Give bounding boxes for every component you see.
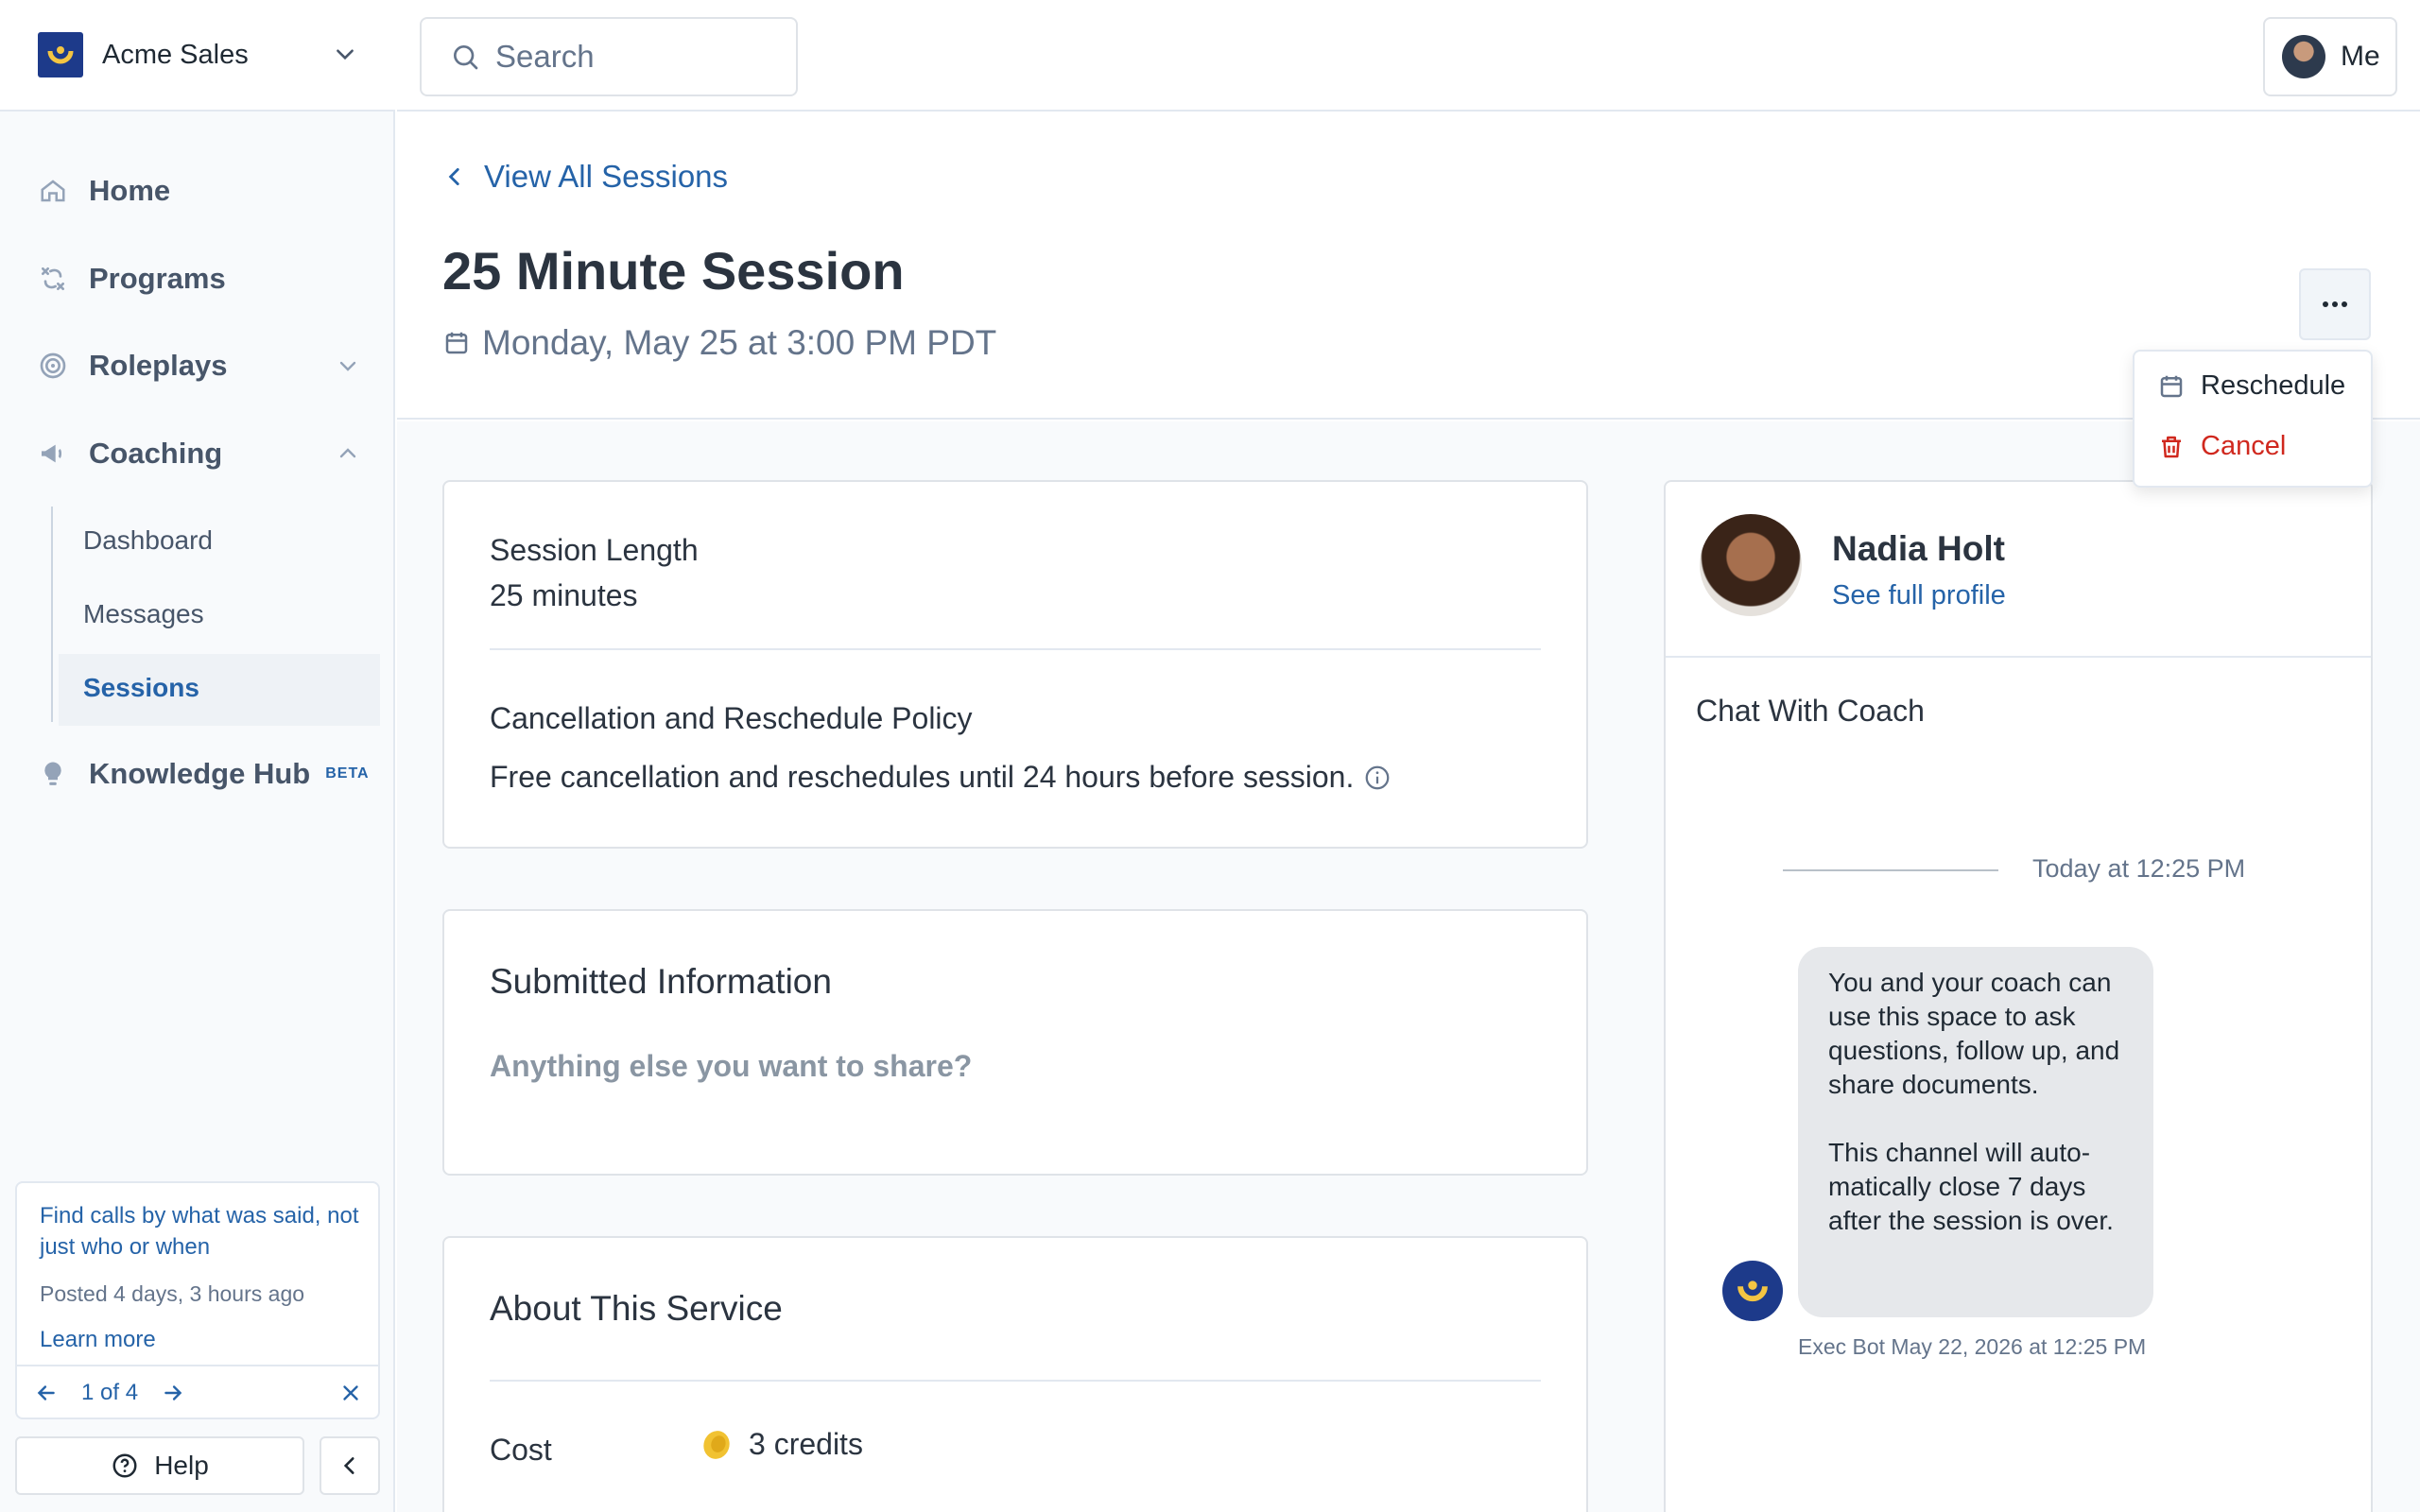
announcement-posted: Posted 4 days, 3 hours ago: [40, 1281, 305, 1306]
home-icon: [36, 174, 70, 208]
close-icon[interactable]: [338, 1381, 363, 1405]
more-options-button[interactable]: [2299, 268, 2371, 340]
chat-message-meta: Exec Bot May 22, 2026 at 12:25 PM: [1798, 1334, 2147, 1359]
learn-more-link[interactable]: Learn more: [40, 1327, 156, 1353]
back-link-label: View All Sessions: [484, 159, 729, 194]
help-button[interactable]: Help: [15, 1436, 304, 1495]
session-datetime: Monday, May 25 at 3:00 PM PDT: [442, 323, 996, 363]
megaphone-icon: [36, 437, 70, 471]
chevron-up-icon: [339, 448, 356, 458]
reschedule-menu-item[interactable]: Reschedule: [2157, 370, 2345, 402]
chat-heading: Chat With Coach: [1696, 694, 1925, 728]
search-icon: [454, 45, 478, 70]
info-icon[interactable]: [1363, 764, 1392, 792]
chat-message-bubble: You and your coach can use this space to…: [1798, 947, 2153, 1317]
sidebar-item-coaching[interactable]: Coaching: [36, 431, 359, 476]
lightbulb-icon: [36, 757, 70, 791]
announcement-pager: 1 of 4: [17, 1366, 378, 1419]
chevron-left-icon: [448, 168, 459, 185]
page-title: 25 Minute Session: [442, 241, 905, 301]
about-service-card: About This Service Cost 3 credits: [442, 1236, 1588, 1512]
session-details-card: Session Length 25 minutes Cancellation a…: [442, 480, 1588, 849]
chevron-down-icon: [339, 361, 356, 371]
chat-message-text-2: This channel will auto-matically close 7…: [1828, 1138, 2114, 1235]
cost-label: Cost: [490, 1433, 552, 1467]
sidebar-item-knowledge-hub[interactable]: Knowledge Hub BETA: [36, 751, 370, 797]
coach-profile-link[interactable]: See full profile: [1832, 580, 2006, 611]
arrow-left-icon[interactable]: [34, 1381, 59, 1405]
cost-value: 3 credits: [749, 1427, 863, 1461]
chat-timestamp: Today at 12:25 PM: [2032, 854, 2246, 883]
policy-value: Free cancellation and reschedules until …: [490, 760, 1355, 794]
user-menu-button[interactable]: Me: [2263, 17, 2397, 96]
submitted-info-card: Submitted Information Anything else you …: [442, 909, 1588, 1176]
sidebar-item-programs[interactable]: Programs: [36, 256, 226, 301]
sidebar-label-knowledge-hub: Knowledge Hub: [89, 757, 311, 790]
top-bar: Me: [397, 0, 2420, 112]
policy-row: Free cancellation and reschedules until …: [490, 760, 1392, 795]
divider: [1666, 656, 2371, 658]
search-input[interactable]: [495, 39, 779, 75]
help-label: Help: [154, 1451, 209, 1480]
sidebar-label-programs: Programs: [89, 262, 226, 295]
sidebar-label-home: Home: [89, 174, 171, 207]
session-options-menu: Reschedule Cancel: [2133, 350, 2373, 488]
programs-icon: [36, 262, 70, 296]
coach-name: Nadia Holt: [1832, 529, 2005, 568]
service-heading: About This Service: [490, 1289, 783, 1328]
cancel-label: Cancel: [2201, 431, 2287, 461]
chat-date-rule: [1783, 869, 1998, 871]
submitted-heading: Submitted Information: [490, 962, 832, 1001]
cancel-menu-item[interactable]: Cancel: [2157, 431, 2286, 462]
submitted-question: Anything else you want to share?: [490, 1049, 973, 1083]
user-menu-label: Me: [2341, 41, 2380, 72]
sidebar: Acme Sales Home Programs Roleplays Coach…: [0, 0, 395, 1512]
sidebar-item-sessions[interactable]: Sessions: [83, 673, 199, 703]
brand-logo: [38, 32, 83, 77]
target-icon: [36, 349, 70, 383]
divider: [490, 648, 1541, 650]
subnav-line: [51, 507, 53, 722]
announcement-card: Find calls by what was said, not just wh…: [15, 1181, 380, 1419]
sidebar-item-home[interactable]: Home: [36, 168, 170, 214]
user-avatar: [2282, 35, 2325, 78]
chevron-left-icon: [343, 1457, 354, 1474]
session-length-label: Session Length: [490, 533, 699, 567]
back-link[interactable]: View All Sessions: [442, 159, 728, 195]
calendar-icon: [2160, 375, 2183, 397]
chevron-down-icon: [337, 49, 354, 60]
search-box[interactable]: [420, 17, 798, 96]
workspace-name: Acme Sales: [102, 39, 249, 70]
coach-panel: Nadia Holt See full profile Chat With Co…: [1664, 480, 2373, 1512]
sidebar-item-dashboard[interactable]: Dashboard: [83, 525, 213, 556]
help-circle-icon: [112, 1453, 137, 1478]
workspace-switcher[interactable]: Acme Sales: [0, 0, 395, 112]
divider: [490, 1380, 1541, 1382]
session-header: View All Sessions 25 Minute Session Mond…: [397, 113, 2420, 420]
reschedule-label: Reschedule: [2201, 370, 2346, 401]
sidebar-item-roleplays[interactable]: Roleplays: [36, 343, 359, 388]
sidebar-label-coaching: Coaching: [89, 437, 223, 470]
beta-badge: BETA: [325, 765, 370, 782]
cost-row: 3 credits: [700, 1427, 863, 1462]
session-datetime-text: Monday, May 25 at 3:00 PM PDT: [482, 323, 997, 362]
calendar-icon: [445, 332, 468, 354]
bot-avatar: [1722, 1261, 1783, 1321]
arrow-right-icon[interactable]: [161, 1381, 185, 1405]
policy-label: Cancellation and Reschedule Policy: [490, 701, 973, 735]
coach-avatar: [1700, 514, 1802, 616]
session-length-value: 25 minutes: [490, 578, 638, 612]
collapse-sidebar-button[interactable]: [320, 1436, 380, 1495]
sidebar-item-messages[interactable]: Messages: [83, 599, 204, 629]
sidebar-label-roleplays: Roleplays: [89, 349, 228, 382]
trash-icon: [2162, 436, 2181, 457]
announcement-counter: 1 of 4: [81, 1380, 139, 1405]
chat-message-text-1: You and your coach can use this space to…: [1828, 968, 2120, 1099]
coin-icon: [703, 1430, 730, 1459]
more-horizontal-icon: [2323, 301, 2347, 307]
announcement-title[interactable]: Find calls by what was said, not just wh…: [40, 1200, 361, 1263]
